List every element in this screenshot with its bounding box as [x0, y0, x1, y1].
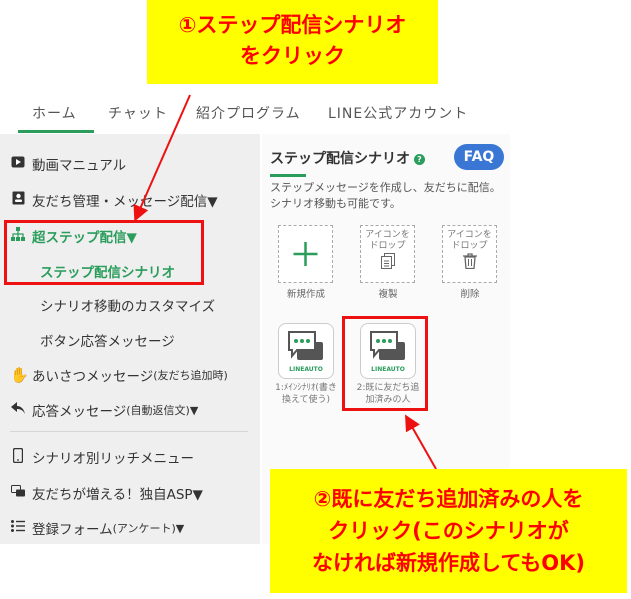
callout-line: なければ新規作成してもOK): [311, 551, 586, 575]
instruction-callout-1: ①ステップ配信シナリオ をクリック: [147, 0, 438, 84]
callout-line: ①ステップ配信シナリオ: [178, 13, 407, 37]
arrow-to-sidebar: [133, 94, 191, 222]
instruction-callout-2: ②既に友だち追加済みの人を クリック(このシナリオが なければ新規作成してもOK…: [270, 469, 627, 593]
callout-line: クリック(このシナリオが: [328, 519, 569, 543]
arrow-to-scenario: [405, 414, 437, 470]
callout-line: ②既に友だち追加済みの人を: [313, 487, 584, 511]
callout-line: をクリック: [240, 44, 345, 68]
